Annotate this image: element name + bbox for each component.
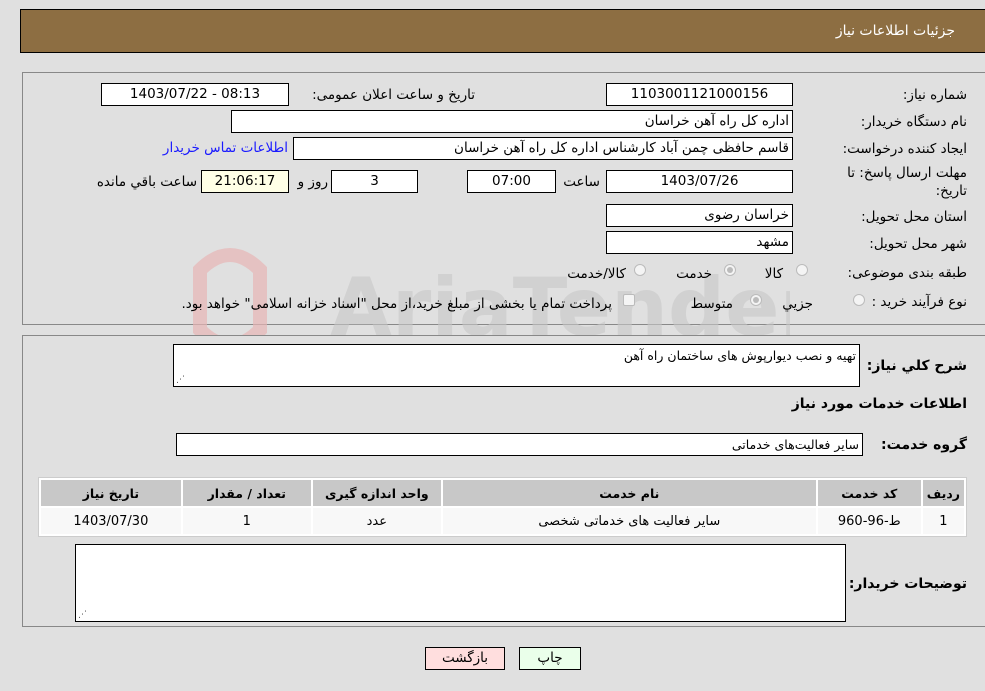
deadline-date-field: 1403/07/26	[606, 170, 793, 193]
buyer-contact-link[interactable]: اطلاعات تماس خریدار	[163, 140, 288, 156]
treasury-checkbox[interactable]	[623, 294, 635, 306]
cell-service-name: سایر فعالیت های خدماتی شخصی	[442, 508, 816, 534]
col-row-number: ردیف	[922, 480, 964, 506]
buyer-org-field: اداره کل راه آهن خراسان	[231, 110, 793, 133]
province-label: استان محل تحویل:	[861, 209, 967, 225]
remaining-time-field: 21:06:17	[201, 170, 289, 193]
resize-grip-icon[interactable]: ⋰	[78, 611, 87, 620]
summary-label: شرح کلي نياز:	[866, 358, 967, 374]
table-header-row: ردیف کد خدمت نام خدمت واحد اندازه گیری ت…	[41, 480, 964, 506]
need-number-label: شماره نیاز:	[902, 87, 967, 103]
service-group-label: گروه خدمت:	[881, 437, 967, 453]
need-number-field: 1103001121000156	[606, 83, 793, 106]
cell-unit: عدد	[312, 508, 441, 534]
announce-field: 1403/07/22 - 08:13	[101, 83, 289, 106]
category-radio-goods[interactable]	[796, 264, 808, 276]
category-label: طبقه بندی موضوعی:	[847, 265, 967, 281]
summary-text: تهیه و نصب دیوارپوش های ساختمان راه آهن	[623, 348, 856, 363]
col-quantity: تعداد / مقدار	[182, 480, 311, 506]
cell-service-code: ط-96-960	[817, 508, 921, 534]
process-option-minor: جزيي	[782, 296, 813, 312]
summary-textarea[interactable]: تهیه و نصب دیوارپوش های ساختمان راه آهن …	[173, 344, 860, 387]
cell-row-number: 1	[922, 508, 964, 534]
process-radio-minor[interactable]	[853, 294, 865, 306]
table-row: 1 ط-96-960 سایر فعالیت های خدماتی شخصی ع…	[41, 508, 964, 534]
deadline-label-line2: تاریخ:	[935, 183, 967, 199]
col-unit: واحد اندازه گیری	[312, 480, 441, 506]
days-field: 3	[331, 170, 418, 193]
services-table: ردیف کد خدمت نام خدمت واحد اندازه گیری ت…	[38, 477, 967, 537]
services-heading: اطلاعات خدمات مورد نیاز	[791, 396, 967, 412]
category-option-goods: کالا	[764, 266, 783, 282]
remaining-label: ساعت باقي مانده	[96, 174, 197, 190]
resize-grip-icon[interactable]: ⋰	[176, 376, 185, 385]
col-service-code: کد خدمت	[817, 480, 921, 506]
col-need-date: تاریخ نیاز	[41, 480, 181, 506]
cell-quantity: 1	[182, 508, 311, 534]
city-field: مشهد	[606, 231, 793, 254]
creator-field: قاسم حافظی چمن آباد کارشناس اداره کل راه…	[293, 137, 793, 160]
announce-label: تاریخ و ساعت اعلان عمومی:	[312, 87, 475, 103]
deadline-time-field: 07:00	[467, 170, 556, 193]
deadline-label: مهلت ارسال پاسخ: تا تاریخ:	[847, 164, 967, 200]
category-option-service: خدمت	[676, 266, 712, 282]
cell-need-date: 1403/07/30	[41, 508, 181, 534]
province-field: خراسان رضوی	[606, 204, 793, 227]
treasury-note: پرداخت تمام یا بخشی از مبلغ خرید،از محل …	[181, 296, 612, 312]
service-group-field: سایر فعالیت‌های خدماتی	[176, 433, 863, 456]
col-service-name: نام خدمت	[442, 480, 816, 506]
buyer-notes-label: توضیحات خریدار:	[848, 576, 967, 592]
buyer-org-label: نام دستگاه خریدار:	[860, 114, 967, 130]
print-button[interactable]: چاپ	[519, 647, 581, 670]
city-label: شهر محل تحویل:	[869, 236, 967, 252]
days-label: روز و	[297, 174, 328, 190]
creator-label: ایجاد کننده درخواست:	[842, 141, 967, 157]
process-label: نوع فرآیند خرید :	[871, 294, 967, 310]
page-header: جزئیات اطلاعات نیاز	[20, 9, 985, 53]
category-option-goods-service: کالا/خدمت	[567, 266, 626, 282]
deadline-label-line1: مهلت ارسال پاسخ: تا	[847, 165, 967, 181]
process-radio-medium[interactable]	[750, 294, 762, 306]
page-title: جزئیات اطلاعات نیاز	[835, 23, 955, 39]
back-button[interactable]: بازگشت	[425, 647, 505, 670]
category-radio-service[interactable]	[724, 264, 736, 276]
time-label: ساعت	[563, 174, 600, 190]
process-option-medium: متوسط	[690, 296, 733, 312]
buyer-notes-textarea[interactable]: ⋰	[75, 544, 846, 622]
category-radio-goods-service[interactable]	[634, 264, 646, 276]
